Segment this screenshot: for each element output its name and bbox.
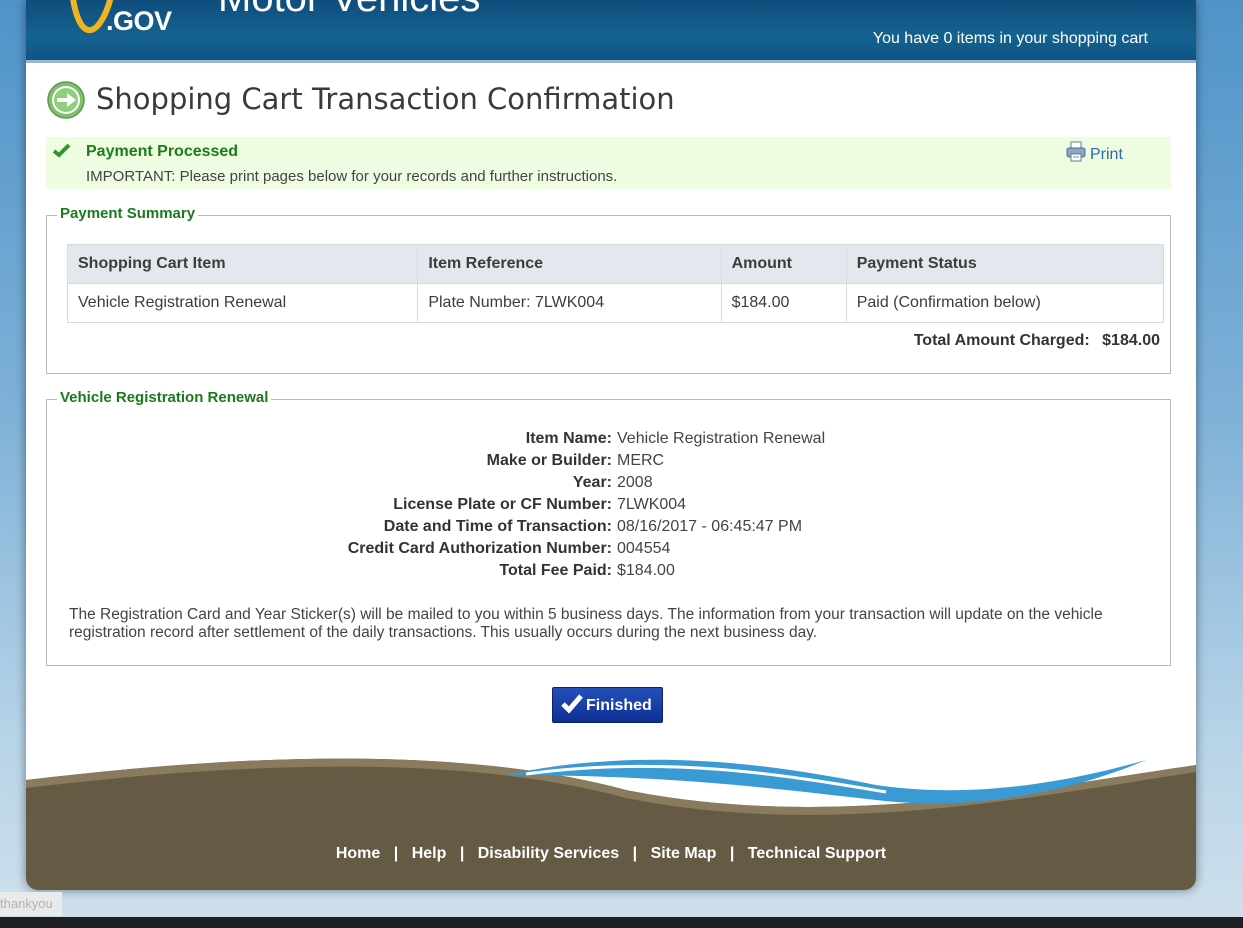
- detail-label: Make or Builder:: [486, 452, 612, 469]
- detail-row: Total Fee Paid: $184.00: [47, 562, 1170, 584]
- cell-reference: Plate Number: 7LWK004: [417, 283, 722, 323]
- renewal-details-box: Vehicle Registration Renewal Item Name: …: [46, 389, 1171, 666]
- footer-link-site-map[interactable]: Site Map: [651, 845, 717, 862]
- page-container: .GOV Motor Vehicles You have 0 items in …: [26, 0, 1196, 890]
- alert-message: IMPORTANT: Please print pages below for …: [86, 168, 618, 185]
- alert-title: Payment Processed: [86, 143, 239, 160]
- renewal-details: Item Name: Vehicle Registration Renewal …: [47, 430, 1170, 584]
- logo-text: .GOV: [106, 6, 172, 36]
- detail-label: Total Fee Paid:: [499, 562, 612, 579]
- footer-link-home[interactable]: Home: [336, 845, 380, 862]
- payment-summary-table: Shopping Cart Item Item Reference Amount…: [66, 244, 1165, 323]
- cell-item: Vehicle Registration Renewal: [66, 283, 419, 323]
- footer-separator: |: [393, 845, 399, 862]
- payment-summary-box: Payment Summary Shopping Cart Item Item …: [46, 205, 1171, 374]
- detail-value: 004554: [617, 540, 671, 557]
- column-header: Payment Status: [845, 244, 1165, 284]
- page-title: Shopping Cart Transaction Confirmation: [96, 82, 675, 116]
- checkmark-icon: [52, 143, 71, 158]
- detail-label: Year:: [572, 474, 612, 491]
- table-header-row: Shopping Cart Item Item Reference Amount…: [66, 244, 1165, 284]
- footer-separator: |: [459, 845, 465, 862]
- checkmark-icon: [561, 694, 583, 714]
- renewal-legend: Vehicle Registration Renewal: [57, 389, 272, 406]
- agency-name: Motor Vehicles: [218, 0, 480, 21]
- finished-button[interactable]: Finished: [552, 687, 663, 723]
- footer-link-help[interactable]: Help: [412, 845, 447, 862]
- total-label: Total Amount Charged:: [913, 332, 1090, 349]
- detail-row: Item Name: Vehicle Registration Renewal: [47, 430, 1170, 452]
- detail-row: Credit Card Authorization Number: 004554: [47, 540, 1170, 562]
- mailing-note: The Registration Card and Year Sticker(s…: [69, 606, 1103, 641]
- printer-icon: [1066, 141, 1086, 162]
- column-header: Item Reference: [417, 244, 722, 284]
- arrow-right-circle-icon: [47, 81, 85, 119]
- detail-value: 7LWK004: [617, 496, 687, 513]
- payment-summary-legend: Payment Summary: [57, 205, 199, 222]
- detail-row: License Plate or CF Number: 7LWK004: [47, 496, 1170, 518]
- cell-amount: $184.00: [720, 283, 847, 323]
- detail-label: Item Name:: [525, 430, 612, 447]
- cart-status[interactable]: You have 0 items in your shopping cart: [873, 30, 1148, 48]
- detail-label: License Plate or CF Number:: [393, 496, 612, 513]
- table-row: Vehicle Registration Renewal Plate Numbe…: [66, 283, 1165, 323]
- bottom-strip: [0, 917, 1243, 928]
- total-charged: Total Amount Charged: $184.00: [914, 332, 1160, 350]
- detail-value: MERC: [617, 452, 665, 469]
- column-header: Amount: [720, 244, 847, 284]
- detail-label: Credit Card Authorization Number:: [347, 540, 612, 557]
- detail-value: 2008: [617, 474, 653, 491]
- detail-value: $184.00: [617, 562, 675, 579]
- total-value: $184.00: [1102, 332, 1160, 349]
- detail-value: Vehicle Registration Renewal: [617, 430, 826, 447]
- detail-value: 08/16/2017 - 06:45:47 PM: [617, 518, 803, 535]
- print-label: Print: [1090, 146, 1123, 163]
- finished-label: Finished: [586, 697, 652, 714]
- status-tooltip: thankyou: [0, 892, 62, 916]
- payment-alert: Payment Processed IMPORTANT: Please prin…: [46, 137, 1171, 189]
- detail-label: Date and Time of Transaction:: [383, 518, 612, 535]
- detail-row: Make or Builder: MERC: [47, 452, 1170, 474]
- detail-row: Date and Time of Transaction: 08/16/2017…: [47, 518, 1170, 540]
- footer-separator: |: [729, 845, 735, 862]
- footer-nav: Home | Help | Disability Services | Site…: [26, 845, 1196, 863]
- cell-status: Paid (Confirmation below): [845, 283, 1165, 323]
- footer-separator: |: [632, 845, 638, 862]
- site-header: .GOV Motor Vehicles You have 0 items in …: [26, 0, 1196, 63]
- footer-link-technical-support[interactable]: Technical Support: [748, 845, 886, 862]
- column-header: Shopping Cart Item: [66, 244, 419, 284]
- footer-wave-graphic: [26, 758, 1196, 890]
- footer-link-disability-services[interactable]: Disability Services: [478, 845, 619, 862]
- detail-row: Year: 2008: [47, 474, 1170, 496]
